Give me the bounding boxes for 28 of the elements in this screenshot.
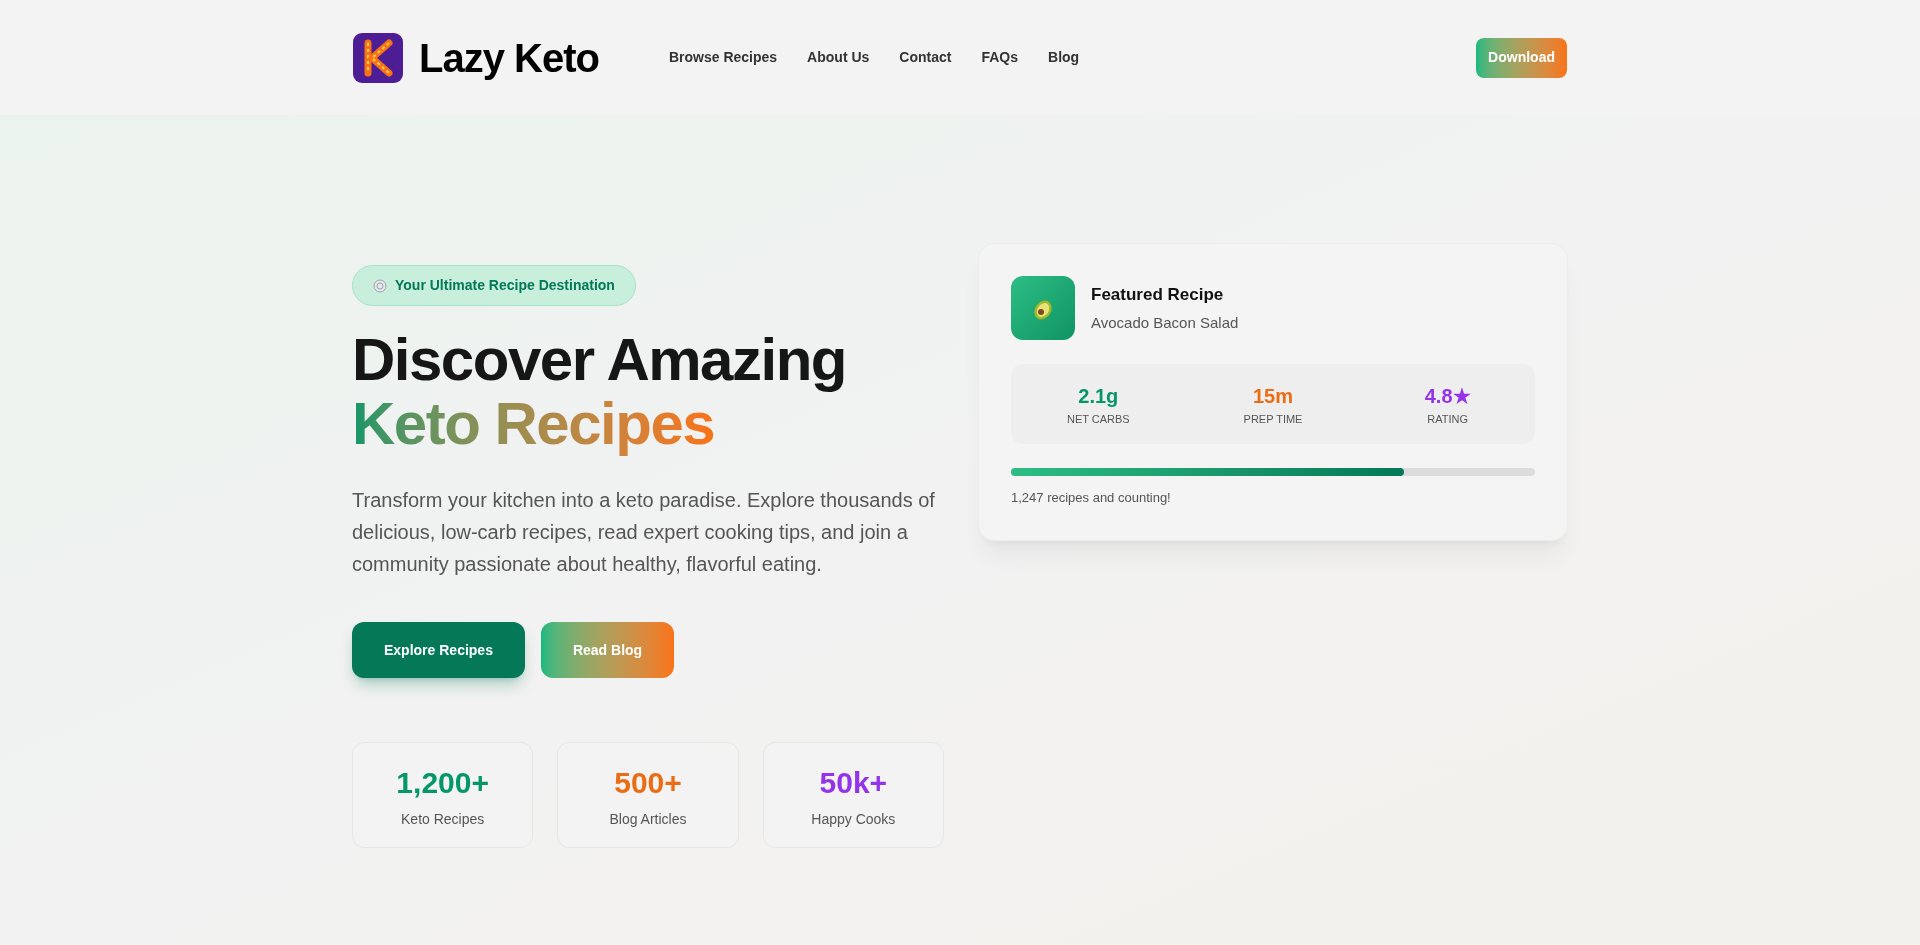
nav-link[interactable]: Browse Recipes — [668, 47, 778, 68]
stat-label: Blog Articles — [609, 810, 687, 829]
brand-name[interactable]: Lazy Keto — [419, 27, 599, 88]
logo-icon — [353, 32, 403, 83]
stat-label: Keto Recipes — [401, 810, 485, 829]
hero-description: Transform your kitchen into a keto paradise. Explore thousands of delicious, low-carb recipes, read expert cooking tips, and join a community passionate about healthy, flavorful eating. — [352, 488, 936, 577]
stat-value: 500+ — [614, 765, 682, 801]
progress-caption: 1,247 recipes and counting! — [1011, 489, 1172, 507]
plate-icon — [373, 278, 387, 293]
avocado-icon — [1011, 276, 1075, 340]
nav-link[interactable]: FAQs — [981, 47, 1019, 68]
stat-label: Happy Cooks — [811, 810, 896, 829]
fact-value: 4.8★ — [1424, 383, 1471, 409]
hero-button[interactable]: Explore Recipes — [352, 622, 525, 678]
fact-value: 2.1g — [1078, 383, 1119, 409]
stat-value: 50k+ — [819, 765, 888, 801]
fact-label: PREP TIME — [1243, 411, 1303, 427]
tagline-text: Your Ultimate Recipe Destination — [395, 276, 615, 295]
fact-value: 15m — [1252, 383, 1293, 409]
headline: Discover Amazing — [352, 328, 847, 392]
featured-title: Featured Recipe — [1091, 284, 1225, 306]
fact-label: RATING — [1427, 411, 1469, 427]
fact-label: NET CARBS — [1066, 411, 1130, 427]
nav-link[interactable]: Contact — [899, 47, 952, 68]
stat-value: 1,200+ — [396, 765, 489, 801]
nav-link[interactable]: Blog — [1048, 47, 1080, 68]
recipe-name: Avocado Bacon Salad — [1091, 312, 1239, 333]
nav-link[interactable]: About Us — [807, 47, 870, 68]
